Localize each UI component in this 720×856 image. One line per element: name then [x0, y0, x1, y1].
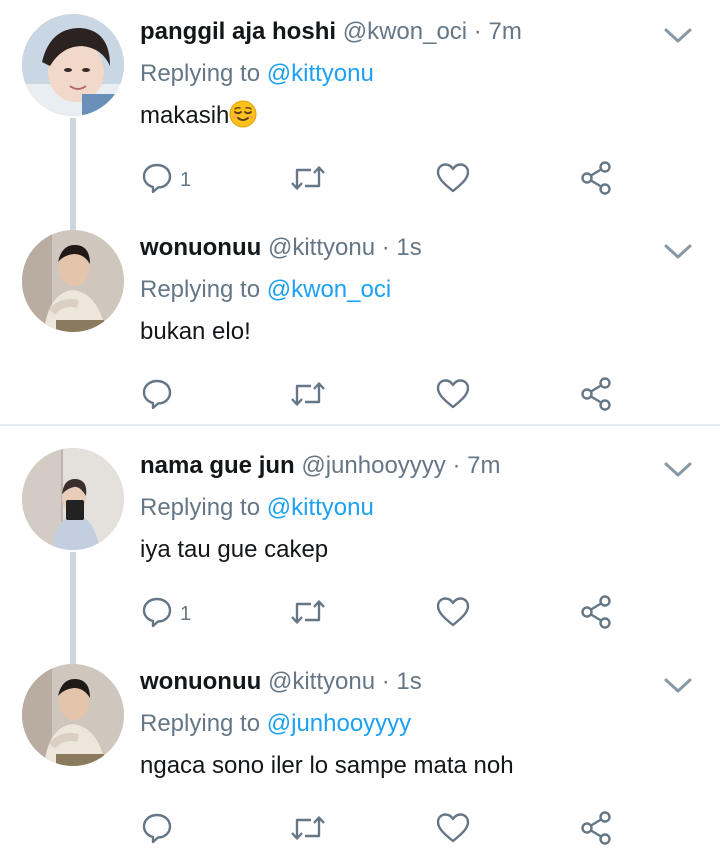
- share-icon: [578, 594, 614, 635]
- tweet-text-content: iya tau gue cakep: [140, 536, 329, 563]
- avatar[interactable]: [22, 14, 124, 116]
- chevron-down-icon[interactable]: [662, 458, 694, 482]
- tweet-text-content: ngaca sono iler lo sampe mata noh: [140, 752, 514, 779]
- tweet-feed: panggil aja hoshi @kwon_oci · 7m Replyin…: [0, 0, 720, 856]
- reply-icon: [140, 595, 174, 634]
- tweet-header: nama gue jun @junhooyyyy · 7m: [140, 450, 500, 482]
- mention-link[interactable]: @kittyonu: [267, 494, 374, 521]
- tweet-text: makasih: [140, 100, 257, 132]
- relieved-face-emoji-icon: [229, 100, 257, 128]
- tweet-text: bukan elo!: [140, 316, 251, 348]
- share-button[interactable]: [578, 594, 614, 634]
- reply-button[interactable]: 1: [140, 160, 191, 200]
- tweet[interactable]: nama gue jun @junhooyyyy · 7m Replying t…: [0, 434, 720, 648]
- like-icon: [435, 161, 471, 200]
- reply-button[interactable]: [140, 376, 180, 416]
- like-button[interactable]: [435, 160, 471, 200]
- like-button[interactable]: [435, 810, 471, 850]
- like-button[interactable]: [435, 376, 471, 416]
- thread-divider: [0, 424, 720, 426]
- retweet-icon: [288, 811, 328, 850]
- display-name[interactable]: wonuonuu: [140, 668, 261, 695]
- share-icon: [578, 810, 614, 851]
- timestamp[interactable]: 7m: [467, 452, 500, 479]
- avatar[interactable]: [22, 448, 124, 550]
- mention-link[interactable]: @kwon_oci: [267, 276, 391, 303]
- tweet-text: iya tau gue cakep: [140, 534, 328, 566]
- timestamp[interactable]: 7m: [488, 18, 521, 45]
- action-bar: 1: [140, 160, 640, 200]
- display-name[interactable]: nama gue jun: [140, 452, 295, 479]
- share-button[interactable]: [578, 376, 614, 416]
- avatar[interactable]: [22, 664, 124, 766]
- user-handle[interactable]: @kittyonu: [268, 668, 375, 695]
- separator-dot: ·: [473, 18, 482, 45]
- replying-prefix: Replying to: [140, 710, 261, 737]
- separator-dot: ·: [381, 668, 390, 695]
- user-handle[interactable]: @junhooyyyy: [301, 452, 445, 479]
- reply-icon: [140, 377, 174, 416]
- reply-count: 1: [180, 168, 192, 191]
- separator-dot: ·: [381, 234, 390, 261]
- replying-prefix: Replying to: [140, 494, 261, 521]
- reply-icon: [140, 811, 174, 850]
- replying-to: Replying to @kittyonu: [140, 58, 374, 90]
- replying-prefix: Replying to: [140, 276, 261, 303]
- retweet-button[interactable]: [288, 810, 328, 850]
- share-button[interactable]: [578, 810, 614, 850]
- tweet-header: panggil aja hoshi @kwon_oci · 7m: [140, 16, 522, 48]
- chevron-down-icon[interactable]: [662, 674, 694, 698]
- tweet-text: ngaca sono iler lo sampe mata noh: [140, 750, 514, 782]
- replying-to: Replying to @kwon_oci: [140, 274, 391, 306]
- avatar[interactable]: [22, 230, 124, 332]
- replying-to: Replying to @kittyonu: [140, 492, 374, 524]
- reply-count: 1: [180, 602, 192, 625]
- timestamp[interactable]: 1s: [396, 234, 421, 261]
- retweet-icon: [288, 377, 328, 416]
- share-icon: [578, 376, 614, 417]
- tweet-header: wonuonuu @kittyonu · 1s: [140, 232, 422, 264]
- display-name[interactable]: wonuonuu: [140, 234, 261, 261]
- share-icon: [578, 160, 614, 201]
- tweet-header: wonuonuu @kittyonu · 1s: [140, 666, 422, 698]
- action-bar: [140, 376, 640, 416]
- retweet-button[interactable]: [288, 160, 328, 200]
- chevron-down-icon[interactable]: [662, 24, 694, 48]
- separator-dot: ·: [452, 452, 461, 479]
- user-handle[interactable]: @kittyonu: [268, 234, 375, 261]
- mention-link[interactable]: @kittyonu: [267, 60, 374, 87]
- replying-to: Replying to @junhooyyyy: [140, 708, 411, 740]
- action-bar: [140, 810, 640, 850]
- reply-icon: [140, 161, 174, 200]
- retweet-button[interactable]: [288, 376, 328, 416]
- chevron-down-icon[interactable]: [662, 240, 694, 264]
- retweet-icon: [288, 595, 328, 634]
- like-button[interactable]: [435, 594, 471, 634]
- display-name[interactable]: panggil aja hoshi: [140, 18, 336, 45]
- replying-prefix: Replying to: [140, 60, 261, 87]
- tweet[interactable]: panggil aja hoshi @kwon_oci · 7m Replyin…: [0, 0, 720, 214]
- tweet-text-content: makasih: [140, 102, 230, 129]
- like-icon: [435, 595, 471, 634]
- mention-link[interactable]: @junhooyyyy: [267, 710, 411, 737]
- tweet[interactable]: wonuonuu @kittyonu · 1s Replying to @kwo…: [0, 216, 720, 424]
- like-icon: [435, 811, 471, 850]
- reply-button[interactable]: 1: [140, 594, 191, 634]
- like-icon: [435, 377, 471, 416]
- timestamp[interactable]: 1s: [396, 668, 421, 695]
- user-handle[interactable]: @kwon_oci: [343, 18, 467, 45]
- tweet[interactable]: wonuonuu @kittyonu · 1s Replying to @jun…: [0, 650, 720, 856]
- reply-button[interactable]: [140, 810, 180, 850]
- share-button[interactable]: [578, 160, 614, 200]
- tweet-text-content: bukan elo!: [140, 318, 251, 345]
- retweet-button[interactable]: [288, 594, 328, 634]
- action-bar: 1: [140, 594, 640, 634]
- retweet-icon: [288, 161, 328, 200]
